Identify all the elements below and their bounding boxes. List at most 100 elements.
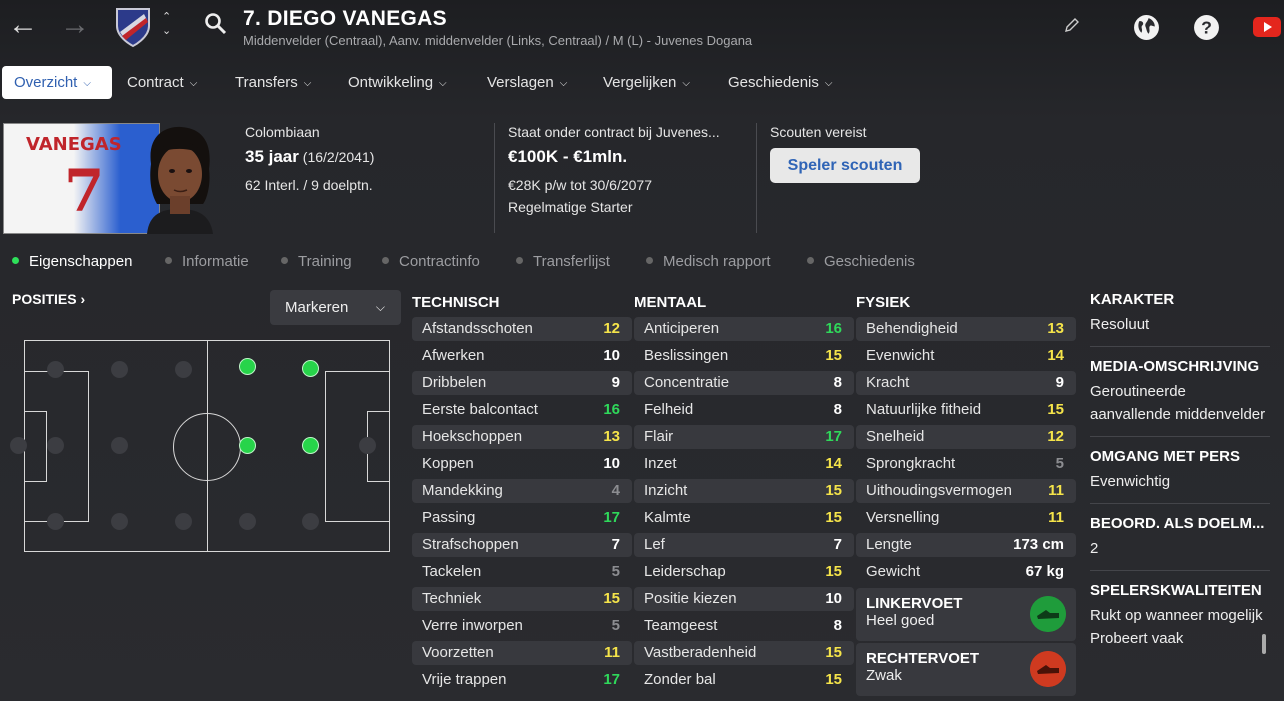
globe-icon[interactable]: [1133, 14, 1160, 41]
attribute-row[interactable]: Verre inworpen 5: [412, 613, 632, 640]
position-mr-back[interactable]: [175, 513, 192, 530]
highlight-dropdown[interactable]: Markeren ⌵: [270, 290, 401, 325]
attribute-value: 16: [825, 320, 842, 337]
position-gk[interactable]: [10, 437, 27, 454]
attribute-name: Behendigheid: [866, 320, 958, 337]
subtab-label: Eigenschappen: [29, 253, 133, 270]
attribute-row[interactable]: Hoekschoppen 13: [412, 424, 632, 451]
attribute-name: Passing: [422, 509, 476, 526]
attribute-row[interactable]: Vastberadenheid 15: [634, 640, 854, 667]
attribute-row[interactable]: Natuurlijke fitheid 15: [856, 397, 1076, 424]
attribute-value: 173 cm: [1013, 536, 1064, 553]
attribute-row[interactable]: Zonder bal 15: [634, 667, 854, 694]
position-st[interactable]: [359, 437, 376, 454]
subtab-contractinfo[interactable]: Contractinfo: [382, 253, 480, 270]
position-mc[interactable]: [239, 437, 256, 454]
tab-geschiedenis[interactable]: Geschiedenis ⌵: [716, 66, 844, 99]
attribute-row[interactable]: Leiderschap 15: [634, 559, 854, 586]
chevron-down-icon: ⌵: [682, 78, 690, 89]
position-ml-back[interactable]: [175, 361, 192, 378]
attribute-row[interactable]: Sprongkracht 5: [856, 451, 1076, 478]
attribute-row[interactable]: Anticiperen 16: [634, 316, 854, 343]
positions-title[interactable]: POSITIES ›: [12, 291, 85, 307]
position-dc[interactable]: [47, 437, 64, 454]
position-ml[interactable]: [239, 358, 256, 375]
attribute-row[interactable]: Uithoudingsvermogen 11: [856, 478, 1076, 505]
subtab-informatie[interactable]: Informatie: [165, 253, 249, 270]
tab-verslagen[interactable]: Verslagen ⌵: [475, 66, 579, 99]
tab-transfers[interactable]: Transfers ⌵: [223, 66, 323, 99]
attribute-row[interactable]: Kalmte 15: [634, 505, 854, 532]
tab-ontwikkeling[interactable]: Ontwikkeling ⌵: [336, 66, 459, 99]
keeper-rating-block: BEOORD. ALS DOELM... 2: [1090, 514, 1270, 571]
attribute-row[interactable]: Strafschoppen 7: [412, 532, 632, 559]
attribute-row[interactable]: Lengte 173 cm: [856, 532, 1076, 559]
attribute-row[interactable]: Afwerken 10: [412, 343, 632, 370]
attribute-name: Afstandsschoten: [422, 320, 533, 337]
svg-text:?: ?: [1201, 18, 1212, 38]
edit-pencil-icon[interactable]: [1064, 17, 1080, 33]
tab-label: Overzicht: [14, 74, 78, 91]
attribute-row[interactable]: Teamgeest 8: [634, 613, 854, 640]
attribute-row[interactable]: Voorzetten 11: [412, 640, 632, 667]
back-arrow-icon[interactable]: ←: [8, 10, 38, 40]
right-foot-panel: RECHTERVOET Zwak: [856, 643, 1076, 696]
tab-contract[interactable]: Contract ⌵: [115, 66, 209, 99]
attribute-row[interactable]: Behendigheid 13: [856, 316, 1076, 343]
attribute-row[interactable]: Inzicht 15: [634, 478, 854, 505]
attribute-row[interactable]: Passing 17: [412, 505, 632, 532]
attribute-row[interactable]: Felheid 8: [634, 397, 854, 424]
up-down-icon[interactable]: ⌃ ⌄: [162, 10, 171, 38]
forward-arrow-icon[interactable]: →: [60, 10, 90, 40]
attribute-row[interactable]: Beslissingen 15: [634, 343, 854, 370]
club-crest-icon[interactable]: [114, 6, 152, 48]
attribute-row[interactable]: Evenwicht 14: [856, 343, 1076, 370]
position-amc[interactable]: [302, 437, 319, 454]
youtube-icon[interactable]: [1253, 17, 1281, 37]
position-wbl[interactable]: [111, 361, 128, 378]
position-dl[interactable]: [47, 361, 64, 378]
attribute-row[interactable]: Mandekking 4: [412, 478, 632, 505]
position-wbr[interactable]: [111, 513, 128, 530]
tab-overzicht[interactable]: Overzicht ⌵: [2, 66, 112, 99]
attribute-name: Voorzetten: [422, 644, 494, 661]
attribute-row[interactable]: Flair 17: [634, 424, 854, 451]
attribute-row[interactable]: Afstandsschoten 12: [412, 316, 632, 343]
attribute-row[interactable]: Vrije trappen 17: [412, 667, 632, 694]
scout-player-button[interactable]: Speler scouten: [770, 148, 920, 183]
search-icon[interactable]: [204, 12, 228, 36]
position-dr[interactable]: [47, 513, 64, 530]
attribute-name: Afwerken: [422, 347, 485, 364]
attribute-row[interactable]: Tackelen 5: [412, 559, 632, 586]
attribute-row[interactable]: Concentratie 8: [634, 370, 854, 397]
attribute-row[interactable]: Techniek 15: [412, 586, 632, 613]
attribute-name: Sprongkracht: [866, 455, 956, 472]
attribute-name: Tackelen: [422, 563, 482, 580]
attribute-row[interactable]: Positie kiezen 10: [634, 586, 854, 613]
subtab-label: Medisch rapport: [663, 253, 771, 270]
attribute-row[interactable]: Koppen 10: [412, 451, 632, 478]
position-mr[interactable]: [239, 513, 256, 530]
attribute-row[interactable]: Dribbelen 9: [412, 370, 632, 397]
position-aml[interactable]: [302, 360, 319, 377]
attribute-name: Natuurlijke fitheid: [866, 401, 982, 418]
position-dm[interactable]: [111, 437, 128, 454]
attribute-row[interactable]: Inzet 14: [634, 451, 854, 478]
scrollbar[interactable]: [1262, 634, 1266, 654]
date-of-birth: (16/2/2041): [302, 149, 375, 165]
position-amr[interactable]: [302, 513, 319, 530]
attribute-row[interactable]: Gewicht 67 kg: [856, 559, 1076, 586]
help-icon[interactable]: ?: [1193, 14, 1220, 41]
tab-vergelijken[interactable]: Vergelijken ⌵: [591, 66, 702, 99]
subtab-transferlijst[interactable]: Transferlijst: [516, 253, 610, 270]
subtab-medisch-rapport[interactable]: Medisch rapport: [646, 253, 771, 270]
attribute-row[interactable]: Versnelling 11: [856, 505, 1076, 532]
attribute-row[interactable]: Snelheid 12: [856, 424, 1076, 451]
subtab-eigenschappen[interactable]: Eigenschappen: [12, 253, 132, 270]
attribute-row[interactable]: Eerste balcontact 16: [412, 397, 632, 424]
attribute-row[interactable]: Kracht 9: [856, 370, 1076, 397]
attribute-row[interactable]: Lef 7: [634, 532, 854, 559]
subtab-geschiedenis[interactable]: Geschiedenis: [807, 253, 915, 270]
subtab-training[interactable]: Training: [281, 253, 352, 270]
attribute-value: 11: [1048, 482, 1064, 499]
